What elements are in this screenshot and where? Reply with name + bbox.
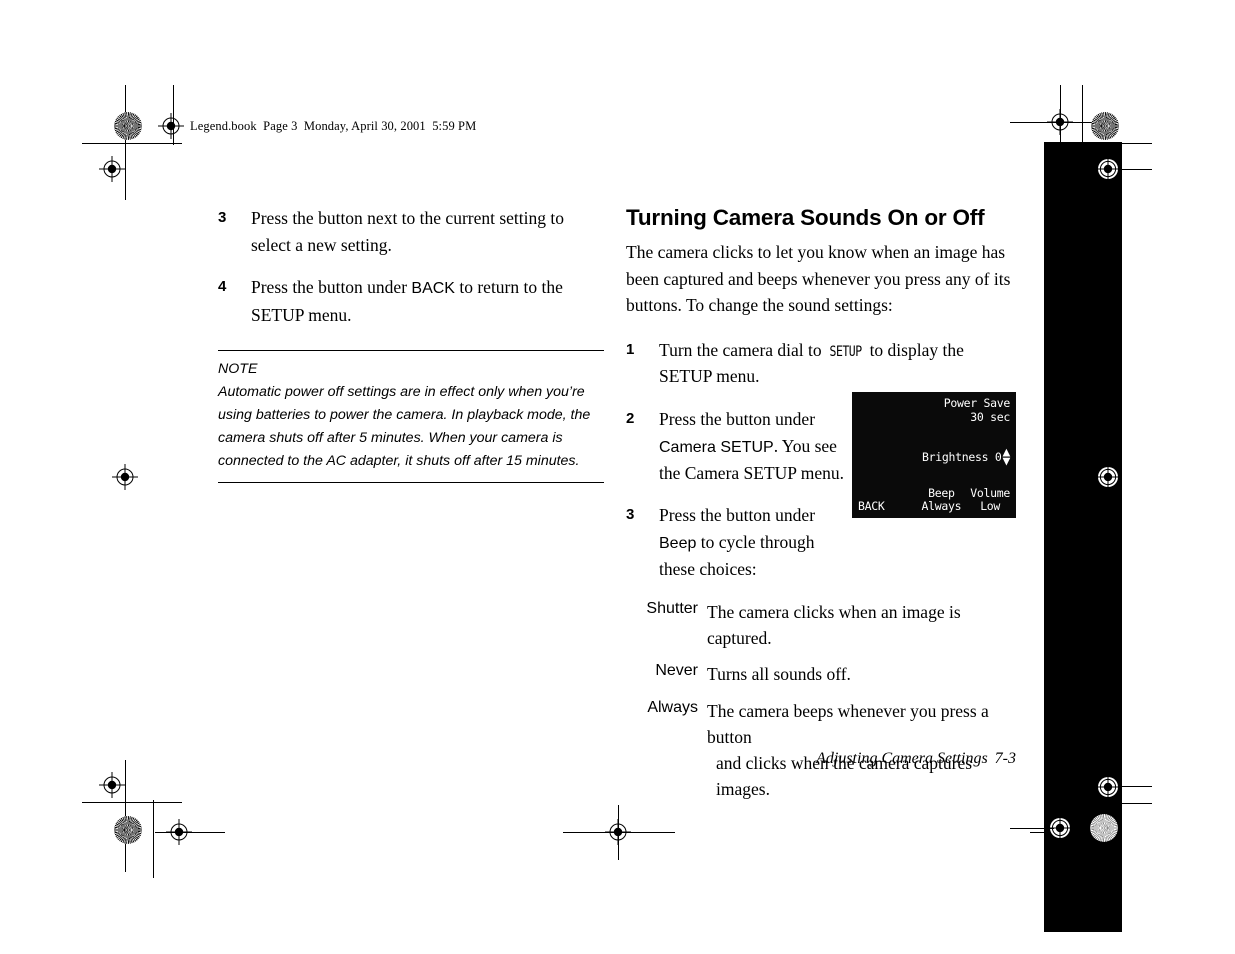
step-number: 1 <box>626 340 635 358</box>
page-footer: Adjusting Camera Settings 7-3 <box>626 750 1016 768</box>
page-slug: Legend.book Page 3 Monday, April 30, 200… <box>190 119 477 133</box>
ui-term-back: BACK <box>411 280 455 298</box>
lcd-dial-setup-glyph: SETUP <box>829 343 863 360</box>
step-number: 4 <box>218 278 227 296</box>
registration-mark-left-upper <box>99 156 125 182</box>
lcd-softkey-title: Beep <box>928 485 955 500</box>
step-text-before: Press the button under <box>659 408 816 429</box>
registration-mark-bottom-left <box>166 819 192 845</box>
registration-mark-tabbar-left-middle <box>1095 464 1121 490</box>
registration-mark-tabbar-top <box>1095 156 1121 182</box>
section-intro-paragraph: The camera clicks to let you know when a… <box>626 242 1011 316</box>
crop-line-tabbar-reg-bottom <box>1120 786 1152 787</box>
step-text-before: Press the button under <box>251 277 412 298</box>
note-label: NOTE <box>218 361 258 378</box>
registration-mark-top-right <box>1047 109 1073 135</box>
choice-row: Shutter The camera clicks when an image … <box>626 599 1018 652</box>
lcd-softkey-value: Always <box>921 499 962 514</box>
registration-mark-left-middle <box>112 464 138 490</box>
step-text: Press the button under Camera SETUP. You… <box>659 406 851 487</box>
lcd-softkey-beep: Beep Always <box>921 485 962 514</box>
choice-definition: The camera clicks when an image is captu… <box>707 601 961 649</box>
left-column: 3 Press the button next to the current s… <box>218 205 608 484</box>
halftone-star-target-top-left <box>114 112 142 140</box>
lcd-brightness-value: 0 <box>994 449 1002 464</box>
lcd-power-save-label: Power Save <box>943 396 1011 410</box>
lcd-brightness-arrows: ▲ ▼ <box>1002 446 1010 470</box>
lcd-brightness-group: Brightness 0 ▲ ▼ <box>921 446 1010 470</box>
step-number: 3 <box>218 209 227 226</box>
registration-mark-left-lower <box>99 772 125 798</box>
lcd-brightness-label: Brightness <box>921 449 989 464</box>
chapter-tab-bar <box>1044 142 1122 932</box>
lcd-power-save-value: 30 sec <box>970 409 1010 424</box>
ui-term-beep: Beep <box>659 535 697 553</box>
halftone-star-target-tabbar-bottom <box>1090 814 1118 842</box>
note-text: Automatic power off settings are in effe… <box>218 384 591 470</box>
camera-lcd-screen: Power Save 30 sec Brightness 0 ▲ ▼ BACK … <box>852 392 1016 518</box>
halftone-star-target-bottom-left <box>114 816 142 844</box>
arrow-down-icon: ▼ <box>1002 454 1010 470</box>
crop-line-top-left-horizontal <box>82 143 182 144</box>
crop-line-tabbar-reg-top <box>1120 169 1152 170</box>
halftone-star-target-top-right <box>1091 112 1119 140</box>
step-text: Press the button next to the current set… <box>251 208 565 255</box>
crop-line-top-right-inner-vertical <box>1082 85 1083 143</box>
lcd-softkey-volume: Volume Low <box>970 485 1010 514</box>
step-text-before: Press the button under <box>659 505 816 526</box>
choice-term-shutter: Shutter <box>646 599 698 617</box>
lcd-softkey-value: Low <box>980 499 1001 514</box>
crop-line-bottom-left-horizontal <box>82 802 182 803</box>
ui-term-camera-setup: Camera SETUP <box>659 438 774 456</box>
footer-chapter-title: Adjusting Camera Settings <box>816 750 988 767</box>
section-heading: Turning Camera Sounds On or Off <box>626 205 985 230</box>
crop-line-tabbar-left-lower <box>1010 828 1054 829</box>
footer-page-number: 7-3 <box>994 750 1016 767</box>
lcd-back-label: BACK <box>858 499 885 514</box>
registration-mark-tabbar-bottom <box>1095 774 1121 800</box>
step-item: 4 Press the button under BACK to return … <box>218 274 608 328</box>
note-callout: NOTE Automatic power off settings are in… <box>218 350 604 484</box>
lcd-softkey-row: BACK Beep Always Volume Low <box>852 485 1011 514</box>
choices-definition-list: Shutter The camera clicks when an image … <box>626 599 1018 803</box>
choice-row: Never Turns all sounds off. <box>626 661 1018 687</box>
lcd-power-save-group: Power Save 30 sec <box>943 396 1011 424</box>
choice-term-never: Never <box>655 662 698 680</box>
step-text: Press the button under Beep to cycle thr… <box>659 502 851 583</box>
choice-definition: Turns all sounds off. <box>707 664 851 685</box>
step-item: 1 Turn the camera dial to SETUP to displ… <box>626 337 1018 390</box>
step-number: 3 <box>626 506 635 524</box>
registration-mark-top-left <box>158 113 184 139</box>
step-text-before: Turn the camera dial to <box>659 339 827 360</box>
step-text: Turn the camera dial to SETUP to display… <box>659 337 1018 390</box>
choice-definition-line1: The camera beeps whenever you press a bu… <box>707 700 989 747</box>
lcd-softkey-title: Volume <box>970 485 1010 500</box>
step-text: Press the button under BACK to return to… <box>251 274 608 328</box>
lcd-softkeys: Beep Always Volume Low <box>921 485 1011 514</box>
step-item: 3 Press the button next to the current s… <box>218 205 608 258</box>
step-number: 2 <box>626 409 635 427</box>
registration-mark-bottom-center <box>605 819 631 845</box>
crop-line-bottom-left-inner-vertical <box>153 800 154 878</box>
